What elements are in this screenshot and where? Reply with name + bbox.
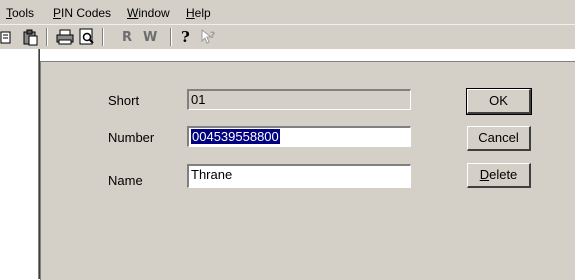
number-field[interactable]: 004539558800: [187, 126, 411, 147]
number-field-selection: 004539558800: [191, 129, 280, 144]
menu-help[interactable]: Help: [186, 6, 211, 20]
menu-tools[interactable]: Tools: [6, 6, 34, 20]
cancel-button[interactable]: Cancel: [467, 126, 531, 151]
pin-code-dialog: Short 01 Number 004539558800 Name Thrane…: [40, 61, 575, 280]
number-label: Number: [108, 130, 155, 145]
menu-window[interactable]: Window: [127, 6, 170, 20]
toolbar-separator: [46, 28, 48, 46]
svg-text:?: ?: [181, 28, 190, 46]
delete-button[interactable]: Delete: [467, 163, 531, 188]
short-field[interactable]: 01: [187, 89, 411, 110]
r-icon[interactable]: R: [122, 30, 132, 45]
ok-button[interactable]: OK: [466, 88, 532, 115]
print-preview-icon[interactable]: [78, 28, 96, 46]
short-label: Short: [108, 93, 140, 108]
toolbar-separator: [170, 28, 172, 46]
help-icon[interactable]: ?: [178, 28, 196, 46]
menu-bar: Tools PIN Codes Window Help: [0, 0, 575, 24]
toolbar: R W ? ?: [0, 24, 575, 49]
menu-pin-codes[interactable]: PIN Codes: [53, 6, 111, 20]
context-help-icon[interactable]: ?: [200, 28, 218, 46]
paste-icon[interactable]: [22, 28, 40, 46]
name-label: Name: [108, 173, 143, 188]
print-icon[interactable]: [56, 28, 74, 46]
toolbar-separator: [102, 28, 104, 46]
copy-icon[interactable]: [0, 28, 18, 46]
mdi-left-area: [0, 49, 38, 279]
svg-text:?: ?: [210, 31, 215, 41]
name-field[interactable]: Thrane: [187, 164, 411, 188]
w-icon[interactable]: W: [143, 30, 157, 45]
